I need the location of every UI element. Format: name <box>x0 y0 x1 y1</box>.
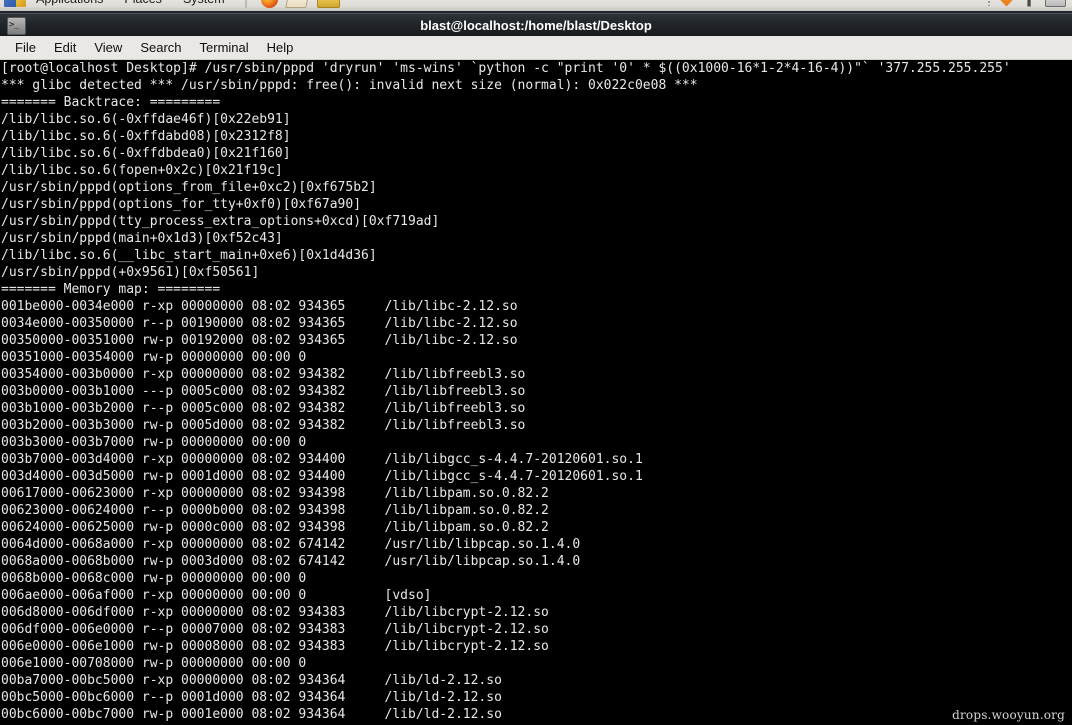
window-title: blast@localhost:/home/blast/Desktop <box>420 18 652 33</box>
terminal-line: 00ba7000-00bc5000 r-xp 00000000 08:02 93… <box>1 673 502 688</box>
terminal-output[interactable]: [root@localhost Desktop]# /usr/sbin/pppd… <box>0 60 1072 725</box>
terminal-line: 006e1000-00708000 rw-p 00000000 00:00 0 <box>1 656 307 671</box>
menu-item-help[interactable]: Help <box>258 38 303 57</box>
terminal-line: 003b7000-003d4000 r-xp 00000000 08:02 93… <box>1 452 643 467</box>
update-manager-icon[interactable] <box>999 0 1014 7</box>
terminal-line: ======= Backtrace: ========= <box>1 95 221 110</box>
terminal-line: /lib/libc.so.6(__libc_start_main+0xe6)[0… <box>1 248 377 263</box>
terminal-line: /lib/libc.so.6(-0xffdae46f)[0x22eb91] <box>1 112 291 127</box>
terminal-line: 0068a000-0068b000 rw-p 0003d000 08:02 67… <box>1 554 581 569</box>
tray-handle-icon[interactable] <box>987 0 991 6</box>
terminal-line: 003b1000-003b2000 r--p 0005c000 08:02 93… <box>1 401 526 416</box>
menu-item-file[interactable]: File <box>6 38 45 57</box>
terminal-line: /usr/sbin/pppd(options_from_file+0xc2)[0… <box>1 180 377 195</box>
terminal-line: *** glibc detected *** /usr/sbin/pppd: f… <box>1 78 698 93</box>
menu-item-terminal[interactable]: Terminal <box>191 38 258 57</box>
terminal-line: 00351000-00354000 rw-p 00000000 00:00 0 <box>1 350 307 365</box>
panel-menu-system[interactable]: System <box>177 0 231 6</box>
network-icon[interactable] <box>1022 0 1037 7</box>
watermark: drops.wooyun.org <box>952 708 1065 722</box>
panel-menu-places[interactable]: Places <box>118 0 168 6</box>
menu-item-view[interactable]: View <box>85 38 131 57</box>
terminal-line: 006e0000-006e1000 rw-p 00008000 08:02 93… <box>1 639 549 654</box>
terminal-line: 00623000-00624000 r--p 0000b000 08:02 93… <box>1 503 549 518</box>
terminal-line: 003d4000-003d5000 rw-p 0001d000 08:02 93… <box>1 469 643 484</box>
terminal-line: /lib/libc.so.6(-0xffdabd08)[0x2312f8] <box>1 129 291 144</box>
terminal-line: 00354000-003b0000 r-xp 00000000 08:02 93… <box>1 367 526 382</box>
terminal-line: 003b2000-003b3000 rw-p 0005d000 08:02 93… <box>1 418 526 433</box>
terminal-line: /usr/sbin/pppd(+0x9561)[0xf50561] <box>1 265 260 280</box>
terminal-line: 001be000-0034e000 r-xp 00000000 08:02 93… <box>1 299 518 314</box>
terminal-line: /usr/sbin/pppd(options_for_tty+0xf0)[0xf… <box>1 197 362 212</box>
menu-item-search[interactable]: Search <box>131 38 190 57</box>
terminal-line: 006d8000-006df000 r-xp 00000000 08:02 93… <box>1 605 549 620</box>
panel-menu-applications[interactable]: Applications <box>30 0 109 6</box>
terminal-line: 00350000-00351000 rw-p 00192000 08:02 93… <box>1 333 518 348</box>
terminal-line: [root@localhost Desktop]# /usr/sbin/pppd… <box>1 61 1011 76</box>
panel-left-group: Applications Places System <box>0 0 340 8</box>
gnome-foot-icon[interactable] <box>4 0 26 7</box>
terminal-line: /usr/sbin/pppd(main+0x1d3)[0xf52c43] <box>1 231 283 246</box>
terminal-line: ======= Memory map: ======== <box>1 282 221 297</box>
terminal-line: 00624000-00625000 rw-p 0000c000 08:02 93… <box>1 520 549 535</box>
menu-item-edit[interactable]: Edit <box>45 38 85 57</box>
panel-tray-group <box>987 0 1072 7</box>
terminal-line: 0068b000-0068c000 rw-p 00000000 00:00 0 <box>1 571 307 586</box>
terminal-line: 003b3000-003b7000 rw-p 00000000 00:00 0 <box>1 435 307 450</box>
terminal-icon <box>7 16 26 35</box>
display-icon[interactable] <box>1045 0 1066 7</box>
terminal-line: 006df000-006e0000 r--p 00007000 08:02 93… <box>1 622 549 637</box>
terminal-line: /lib/libc.so.6(-0xffdbdea0)[0x21f160] <box>1 146 291 161</box>
gnome-top-panel: Applications Places System <box>0 0 1072 13</box>
terminal-line: 00bc6000-00bc7000 rw-p 0001e000 08:02 93… <box>1 707 502 722</box>
window-titlebar[interactable]: blast@localhost:/home/blast/Desktop <box>0 13 1072 37</box>
terminal-line: /usr/sbin/pppd(tty_process_extra_options… <box>1 214 440 229</box>
panel-separator <box>244 0 247 8</box>
help-icon[interactable] <box>284 0 310 8</box>
terminal-line: 003b0000-003b1000 ---p 0005c000 08:02 93… <box>1 384 526 399</box>
terminal-line: 0064d000-0068a000 r-xp 00000000 08:02 67… <box>1 537 581 552</box>
menu-bar: File Edit View Search Terminal Help <box>0 36 1072 60</box>
terminal-line: 006ae000-006af000 r-xp 00000000 00:00 0 … <box>1 588 432 603</box>
terminal-line: 00bc5000-00bc6000 r--p 0001d000 08:02 93… <box>1 690 502 705</box>
terminal-line: 0034e000-00350000 r--p 00190000 08:02 93… <box>1 316 518 331</box>
terminal-line: /lib/libc.so.6(fopen+0x2c)[0x21f19c] <box>1 163 283 178</box>
file-manager-icon[interactable] <box>316 0 340 8</box>
firefox-icon[interactable] <box>260 0 278 8</box>
terminal-line: 00617000-00623000 r-xp 00000000 08:02 93… <box>1 486 549 501</box>
